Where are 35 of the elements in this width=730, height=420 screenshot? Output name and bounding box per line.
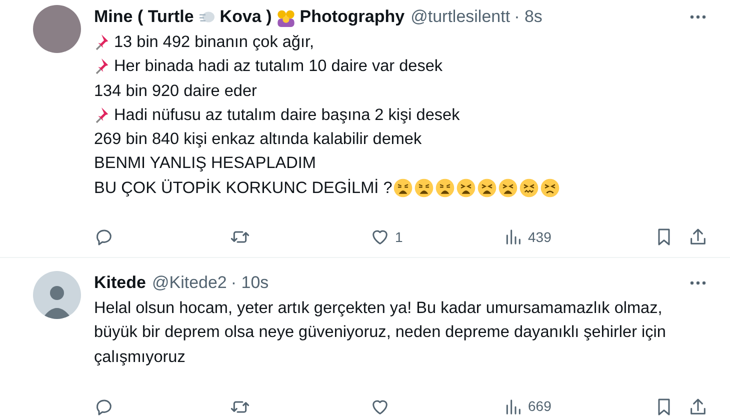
share-icon[interactable] <box>688 227 708 248</box>
tweet-text: Helal olsun hocam, yeter artık gerçekten ya! Bu kadar umursamamazlık olmaz, büyük bir deprem olsa neye güveniyoruz, neden depreme dayanıklı şehirler için çalışmıyoruz <box>94 298 667 368</box>
views-button[interactable]: 439 <box>503 226 552 248</box>
tweet-text-line: Hadi nüfusu az tutalım daire başına 2 kişi desek <box>114 104 460 126</box>
tweet-text-line: 13 bin 492 binanın çok ağır, <box>114 32 314 53</box>
views-button[interactable]: 669 <box>503 396 552 418</box>
share-icon[interactable] <box>688 396 708 417</box>
face-icon <box>519 178 540 198</box>
timestamp[interactable]: · 10s <box>230 270 269 296</box>
tweet-text-line: 269 bin 840 kişi enkaz altında kalabilir demek <box>94 129 422 150</box>
face-icon <box>414 178 434 198</box>
author-name[interactable]: Kova ) <box>220 4 272 30</box>
face-icon <box>435 178 456 198</box>
like-button[interactable]: 1 <box>370 226 503 248</box>
default-avatar[interactable] <box>33 271 81 319</box>
speech-bubble-icon[interactable] <box>94 227 114 248</box>
author-handle[interactable]: @Kitede2 <box>152 270 227 296</box>
avatar-photo-placeholder[interactable] <box>33 5 81 53</box>
more-icon[interactable] <box>688 280 708 286</box>
face-icon <box>477 178 498 198</box>
author-handle[interactable]: @turtlesilentt <box>410 4 510 30</box>
face-icon <box>393 178 414 198</box>
heart-icon[interactable] <box>370 227 390 248</box>
face-icon <box>498 178 518 198</box>
face-icon <box>540 178 560 198</box>
face-icon <box>456 178 476 198</box>
tweet-text-line: BU ÇOK ÜTOPİK KORKUNC DEGİLMİ ? <box>94 178 392 199</box>
author-name[interactable]: Photography <box>300 4 405 30</box>
tweet-text-line: BENMI YANLIŞ HESAPLADIM <box>94 153 316 174</box>
more-icon[interactable] <box>688 14 708 20</box>
timestamp[interactable]: · 8s <box>514 4 542 30</box>
author-name[interactable]: Mine ( Turtle <box>94 4 194 30</box>
tweet-text-line: Her binada hadi az tutalım 10 daire var desek <box>114 56 443 78</box>
tweet-text-line: 134 bin 920 daire eder <box>94 80 257 102</box>
author-name[interactable]: Kitede <box>94 270 146 296</box>
